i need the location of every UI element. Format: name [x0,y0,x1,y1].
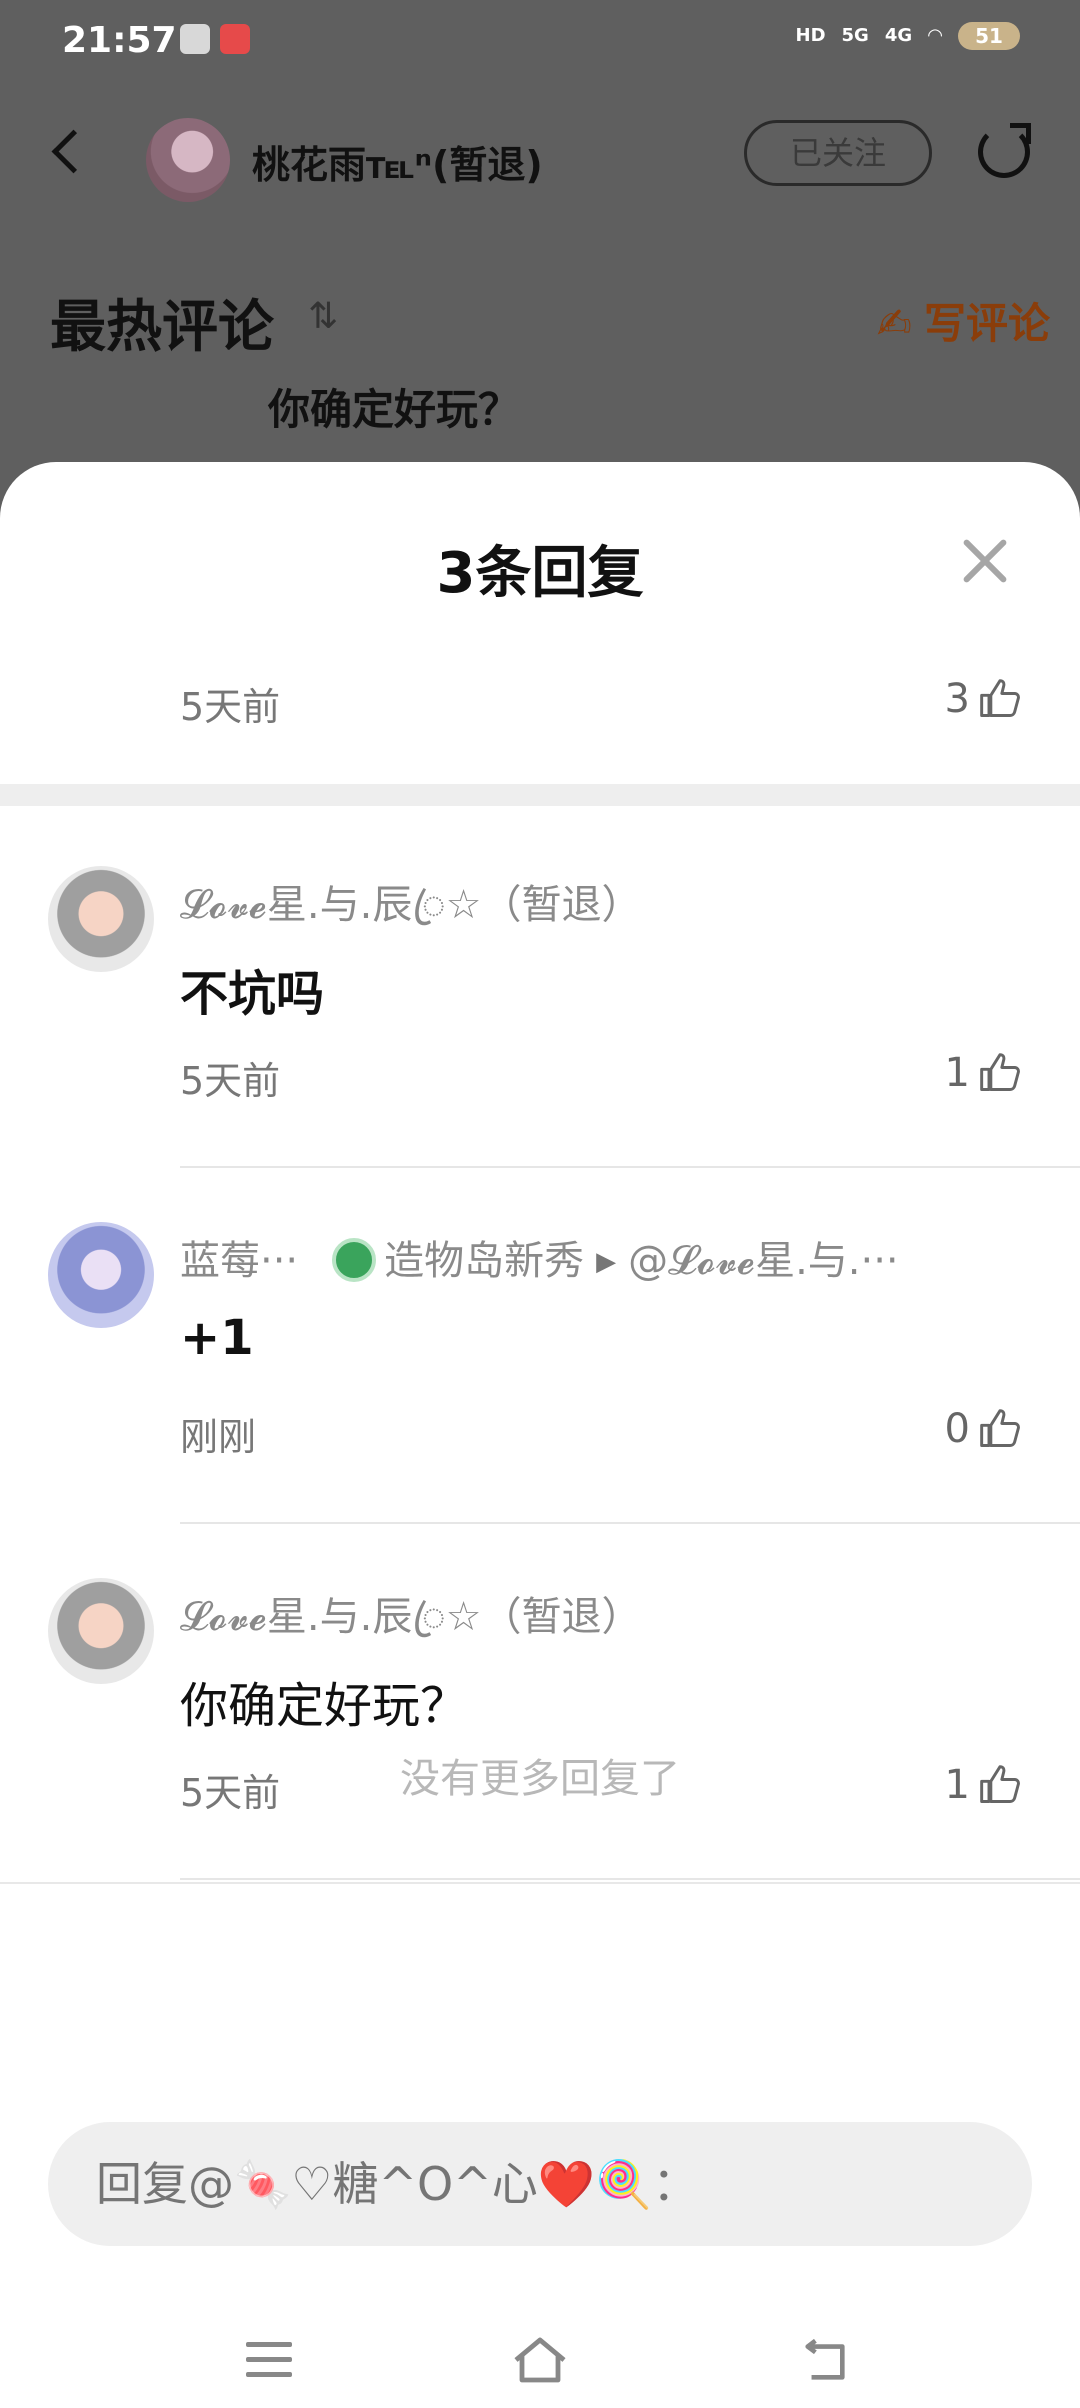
thumbs-up-icon [980,679,1020,717]
reply-username[interactable]: 𝓛𝓸𝓿𝓮星.与.辰ꦿ☆（暂退） [180,1584,1040,1644]
menu-icon[interactable] [246,2342,292,2378]
avatar[interactable] [48,1578,154,1684]
like-button[interactable]: 0 [945,1406,1022,1452]
reply-item[interactable]: 蓝莓··· 造物岛新秀 ▶ @𝓛𝓸𝓿𝓮星.与.··· +1 刚刚 0 [0,1222,1080,1578]
replies-sheet: 3条回复 5天前 3 𝓛𝓸𝓿𝓮星.与.辰ꦿ☆（暂退） 不坑吗 5天前 1 蓝莓·… [0,462,1080,2408]
sort-icon[interactable]: ⇅ [308,296,338,337]
user-badge-label: 造物岛新秀 [384,1238,585,1284]
hot-comments-title: 最热评论 [50,295,274,360]
reply-username[interactable]: 蓝莓··· [180,1238,298,1284]
status-right: HD 5G 4G ◠ 51 [796,22,1020,50]
share-icon[interactable] [978,123,1031,178]
wifi-icon: ◠ [928,25,942,46]
reply-divider [180,1522,1080,1524]
avatar[interactable] [48,1222,154,1328]
like-count: 3 [944,676,970,722]
like-count: 0 [944,1406,970,1452]
network-5g: 5G [841,25,869,46]
thumbs-up-icon [980,1409,1020,1447]
reply-username[interactable]: 𝓛𝓸𝓿𝓮星.与.辰ꦿ☆（暂退） [180,872,1040,932]
home-icon[interactable] [512,2336,568,2384]
reply-input[interactable] [48,2122,1032,2246]
hd-label: HD [795,25,826,46]
like-button[interactable]: 3 [945,676,1022,722]
play-arrow-icon: ▶ [596,1247,617,1277]
reply-divider [180,1166,1080,1168]
comment-peek-text: 你确定好玩？ [268,385,521,434]
app-notification-icon [180,24,210,54]
reply-content: 你确定好玩？ [180,1678,469,1734]
status-bar: 21:57 HD 5G 4G ◠ 51 [0,0,1080,84]
system-nav-bar [0,2322,1080,2408]
parent-comment-meta: 5天前 3 [180,676,1030,729]
status-time: 21:57 [62,20,177,61]
like-button[interactable]: 1 [945,1050,1022,1096]
timestamp: 刚刚 [180,1415,257,1459]
battery-icon: 51 [958,22,1020,50]
network-4g: 4G [884,25,913,46]
reply-to-user[interactable]: @𝓛𝓸𝓿𝓮星.与.··· [628,1238,899,1284]
avatar[interactable] [146,118,230,202]
input-divider [0,1882,1080,1884]
reply-meta: 刚刚 0 [180,1406,1030,1459]
creator-badge-icon [332,1238,377,1282]
pen-icon: ✍ [876,299,912,348]
sheet-title: 3条回复 [436,541,644,606]
write-comment-label: 写评论 [923,299,1050,348]
timestamp: 5天前 [180,1059,281,1103]
timestamp: 5天前 [180,685,281,729]
back-icon[interactable] [800,2338,850,2382]
thumbs-up-icon [980,1053,1020,1091]
author-header: 桃花雨℡ⁿ(暂退) 已关注 [0,100,1080,220]
reply-user-line: 蓝莓··· 造物岛新秀 ▶ @𝓛𝓸𝓿𝓮星.与.··· [180,1228,1040,1288]
author-name[interactable]: 桃花雨℡ⁿ(暂退) [252,134,543,189]
avatar[interactable] [48,866,154,972]
reply-content: 不坑吗 [180,966,325,1022]
write-comment-button[interactable]: ✍ 写评论 [877,290,1050,351]
reply-meta: 5天前 1 [180,1050,1030,1103]
reply-content: +1 [180,1310,254,1366]
close-icon[interactable] [958,534,1010,586]
follow-button[interactable]: 已关注 [744,120,932,186]
reply-divider [180,1878,1080,1880]
notification-icons [180,24,250,54]
no-more-replies: 没有更多回复了 [400,1756,680,1802]
reply-item[interactable]: 𝓛𝓸𝓿𝓮星.与.辰ꦿ☆（暂退） 不坑吗 5天前 1 [0,866,1080,1222]
like-count: 1 [944,1050,970,1096]
section-divider [0,784,1080,806]
chevron-left-icon[interactable] [51,129,96,174]
app-notification-icon [220,24,250,54]
